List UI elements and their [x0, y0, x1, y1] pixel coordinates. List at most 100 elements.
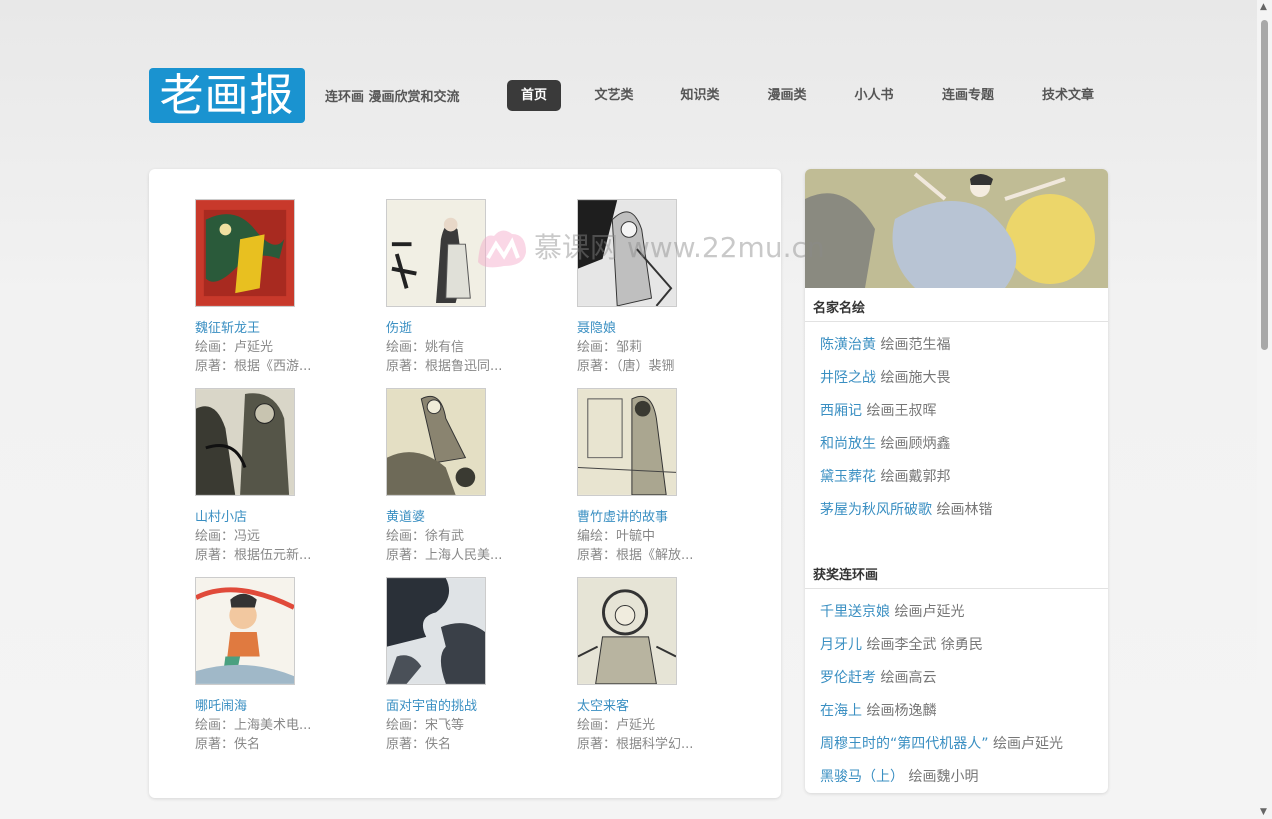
- book-artist: 编绘：叶毓中: [577, 529, 656, 544]
- famous-item-link[interactable]: 茅屋为秋风所破歌: [820, 502, 932, 518]
- nav-home[interactable]: 首页: [507, 80, 561, 111]
- book-title[interactable]: 面对宇宙的挑战: [386, 697, 556, 716]
- site-tagline: 连环画 漫画欣赏和交流: [325, 90, 460, 105]
- book-cover[interactable]: [577, 577, 677, 685]
- award-item-link[interactable]: 月牙儿: [820, 637, 862, 653]
- page-scrollbar[interactable]: ▲ ▼: [1257, 0, 1272, 819]
- book-card: 黄道婆 绘画：徐有武 原著：上海人民美...: [386, 388, 556, 565]
- watermark-text: 慕课网 www.22mu.cn: [534, 231, 825, 264]
- site-logo[interactable]: 老画报: [149, 68, 305, 123]
- book-source: 原著：根据《西游...: [195, 359, 312, 374]
- famous-item: 井陉之战 绘画施大畏: [820, 368, 950, 388]
- book-cover[interactable]: [386, 388, 486, 496]
- famous-item-link[interactable]: 井陉之战: [820, 370, 876, 386]
- book-title[interactable]: 聂隐娘: [577, 319, 747, 338]
- sidebar: 名家名绘 陈潢治黄 绘画范生福 井陉之战 绘画施大畏 西厢记 绘画王叔晖 和尚放…: [805, 169, 1108, 793]
- book-artist: 绘画：徐有武: [386, 529, 465, 544]
- book-artist: 绘画：上海美术电...: [195, 718, 312, 733]
- nav-knowledge[interactable]: 知识类: [673, 80, 727, 111]
- section-title-famous: 名家名绘: [813, 301, 866, 316]
- book-cover[interactable]: [195, 199, 295, 307]
- famous-item-link[interactable]: 陈潢治黄: [820, 337, 876, 353]
- famous-item-artist: 绘画王叔晖: [866, 403, 937, 419]
- award-item-link[interactable]: 黑骏马（上）: [820, 769, 904, 785]
- book-artist: 绘画：宋飞等: [386, 718, 465, 733]
- book-source: 原著：根据伍元新...: [195, 548, 312, 563]
- book-title[interactable]: 哪吒闹海: [195, 697, 365, 716]
- famous-item: 和尚放生 绘画顾炳鑫: [820, 434, 950, 454]
- nav-special-topics[interactable]: 连画专题: [934, 80, 1002, 111]
- book-source: 原著：佚名: [195, 737, 261, 752]
- book-artist: 绘画：冯远: [195, 529, 261, 544]
- watermark-logo-icon: [478, 230, 526, 268]
- sidebar-banner-image: [805, 169, 1108, 288]
- book-card: 哪吒闹海 绘画：上海美术电... 原著：佚名: [195, 577, 365, 754]
- section-title-awards: 获奖连环画: [813, 568, 879, 583]
- divider: [805, 588, 1108, 589]
- award-item: 千里送京娘 绘画卢延光: [820, 602, 964, 622]
- book-source: 原著：佚名: [386, 737, 452, 752]
- book-card: 曹竹虚讲的故事 编绘：叶毓中 原著：根据《解放...: [577, 388, 747, 565]
- award-item-artist: 绘画卢延光: [894, 604, 965, 620]
- book-card: 魏征斩龙王 绘画：卢延光 原著：根据《西游...: [195, 199, 365, 376]
- book-source: 原著：（唐）裴铏: [577, 359, 675, 374]
- nav-literature[interactable]: 文艺类: [587, 80, 641, 111]
- book-artist: 绘画：卢延光: [195, 340, 274, 355]
- award-item-artist: 绘画高云: [880, 670, 937, 686]
- famous-item: 茅屋为秋风所破歌 绘画林锴: [820, 500, 992, 520]
- book-card: 太空来客 绘画：卢延光 原著：根据科学幻...: [577, 577, 747, 754]
- book-cover[interactable]: [386, 577, 486, 685]
- famous-item: 西厢记 绘画王叔晖: [820, 401, 936, 421]
- book-artist: 绘画：卢延光: [577, 718, 656, 733]
- award-item-artist: 绘画李全武 徐勇民: [866, 637, 983, 653]
- famous-item-link[interactable]: 西厢记: [820, 403, 862, 419]
- award-item-link[interactable]: 罗伦赶考: [820, 670, 876, 686]
- award-item-link[interactable]: 在海上: [820, 703, 862, 719]
- famous-item-artist: 绘画顾炳鑫: [880, 436, 951, 452]
- scrollbar-thumb[interactable]: [1261, 20, 1268, 350]
- divider: [805, 321, 1108, 322]
- award-item: 周穆王时的“第四代机器人” 绘画卢延光: [820, 734, 1063, 754]
- book-title[interactable]: 曹竹虚讲的故事: [577, 508, 747, 527]
- famous-item-artist: 绘画戴郭邦: [880, 469, 951, 485]
- book-cover[interactable]: [195, 577, 295, 685]
- book-title[interactable]: 太空来客: [577, 697, 747, 716]
- award-item-link[interactable]: 千里送京娘: [820, 604, 890, 620]
- award-item: 罗伦赶考 绘画高云: [820, 668, 936, 688]
- book-artist: 绘画：邹莉: [577, 340, 643, 355]
- award-item: 在海上 绘画杨逸麟: [820, 701, 936, 721]
- award-item-artist: 绘画卢延光: [992, 736, 1063, 752]
- book-title[interactable]: 魏征斩龙王: [195, 319, 365, 338]
- book-source: 原著：上海人民美...: [386, 548, 503, 563]
- award-item-artist: 绘画魏小明: [908, 769, 979, 785]
- nav-picture-books[interactable]: 小人书: [847, 80, 901, 111]
- book-card: 山村小店 绘画：冯远 原著：根据伍元新...: [195, 388, 365, 565]
- famous-item-link[interactable]: 黛玉葬花: [820, 469, 876, 485]
- watermark: 慕课网 www.22mu.cn: [474, 222, 825, 277]
- book-cover[interactable]: [195, 388, 295, 496]
- book-cover[interactable]: [386, 199, 486, 307]
- award-item: 月牙儿 绘画李全武 徐勇民: [820, 635, 983, 655]
- famous-item: 黛玉葬花 绘画戴郭邦: [820, 467, 950, 487]
- award-item-link[interactable]: 周穆王时的“第四代机器人”: [820, 736, 989, 752]
- nav-tech-articles[interactable]: 技术文章: [1034, 80, 1102, 111]
- book-source: 原著：根据《解放...: [577, 548, 694, 563]
- award-item: 黑骏马（上） 绘画魏小明: [820, 767, 978, 787]
- book-cover[interactable]: [577, 388, 677, 496]
- famous-item-artist: 绘画林锴: [936, 502, 993, 518]
- book-source: 原著：根据科学幻...: [577, 737, 694, 752]
- award-item-artist: 绘画杨逸麟: [866, 703, 937, 719]
- nav-comics[interactable]: 漫画类: [760, 80, 814, 111]
- book-source: 原著：根据鲁迅同...: [386, 359, 503, 374]
- book-title[interactable]: 山村小店: [195, 508, 365, 527]
- famous-item: 陈潢治黄 绘画范生福: [820, 335, 950, 355]
- scroll-up-arrow-icon[interactable]: ▲: [1260, 2, 1267, 12]
- book-card: 面对宇宙的挑战 绘画：宋飞等 原著：佚名: [386, 577, 556, 754]
- famous-item-artist: 绘画范生福: [880, 337, 951, 353]
- scroll-down-arrow-icon[interactable]: ▼: [1260, 807, 1267, 817]
- book-title[interactable]: 黄道婆: [386, 508, 556, 527]
- famous-item-artist: 绘画施大畏: [880, 370, 951, 386]
- famous-item-link[interactable]: 和尚放生: [820, 436, 876, 452]
- book-artist: 绘画：姚有信: [386, 340, 465, 355]
- book-title[interactable]: 伤逝: [386, 319, 556, 338]
